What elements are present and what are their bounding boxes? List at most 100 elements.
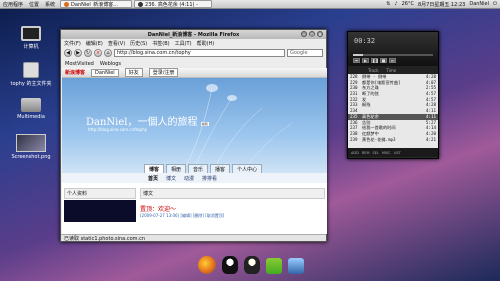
stop-button[interactable]: × (94, 49, 102, 57)
sina-topbar: 新浪博客 DanNiel 好友 登录/注册 (62, 68, 327, 78)
menu-help[interactable]: 帮助(H) (197, 40, 215, 47)
friends-button[interactable]: 好友 (124, 68, 143, 77)
volume-icon[interactable]: ♪ (394, 1, 397, 7)
track-title: 黄色花-花佛.mp3 (362, 136, 396, 142)
forward-button[interactable]: ▶ (74, 49, 82, 57)
blog-columns: 个人资料 博文 置顶：欢迎～ (2009-07-27 13:06) [编辑] [… (62, 183, 327, 227)
home-button[interactable]: ⌂ (104, 49, 112, 57)
playlist-row[interactable]: 239 黄色花-花佛.mp3 4:21 (348, 137, 438, 143)
post-meta[interactable]: (2009-07-27 13:06) [编辑] [删除] [取消置顶] (140, 213, 325, 219)
qq-icon[interactable] (222, 256, 238, 274)
subnav-ranking[interactable]: 排排看 (202, 175, 217, 182)
posts-panel: 博文 置顶：欢迎～ (2009-07-27 13:06) [编辑] [删除] [… (140, 188, 325, 222)
tab-podcast[interactable]: 播客 (210, 164, 231, 173)
panel-tray: ⇅ ♪ 26°C 8月7日星期五 12:23 DanNiel ⏻ (386, 1, 500, 8)
next-icon[interactable]: ⏭ (389, 58, 396, 63)
system-menu[interactable]: 系统 (42, 1, 58, 8)
places-menu[interactable]: 位置 (26, 1, 42, 8)
maximize-button[interactable]: □ (309, 31, 315, 37)
add-button[interactable]: ADD (351, 151, 359, 155)
reload-button[interactable]: ↻ (84, 49, 92, 57)
window-titlebar[interactable]: DanNiel_新浪博客 - Mozilla Firefox – □ × (61, 30, 326, 39)
player-main: 00:32 ⏮ ▶ ❚❚ ■ ⏭ (348, 32, 438, 66)
subnav-home[interactable]: 首页 (148, 175, 158, 182)
close-button[interactable]: × (317, 31, 323, 37)
bookmark-mostvisited[interactable]: MostVisited (65, 61, 94, 67)
tab-music[interactable]: 音乐 (188, 164, 209, 173)
previous-icon[interactable]: ⏮ (353, 58, 360, 63)
clock[interactable]: 8月7日星期五 12:23 (418, 1, 465, 8)
firefox-icon[interactable] (198, 256, 216, 274)
taskbar-item-player[interactable]: 236. 高色花余 (4:11) - (134, 0, 213, 8)
menu-tools[interactable]: 工具(T) (175, 40, 192, 47)
android-icon[interactable] (266, 258, 282, 274)
seek-bar[interactable] (353, 54, 433, 56)
playlist-header: Track Time (348, 66, 438, 74)
stop-icon[interactable]: ■ (380, 58, 387, 63)
computer-icon (21, 26, 41, 41)
playback-time: 00:32 (354, 37, 376, 45)
player-controls: ⏮ ▶ ❚❚ ■ ⏭ (353, 58, 396, 63)
profile-header: 个人资料 (64, 188, 136, 199)
tab-album[interactable]: 相册 (166, 164, 187, 173)
firefox-window: DanNiel_新浪博客 - Mozilla Firefox – □ × 文件(… (60, 29, 327, 242)
login-button[interactable]: 登录/注册 (148, 68, 179, 77)
remove-button[interactable]: REM (362, 151, 370, 155)
back-button[interactable]: ◀ (64, 49, 72, 57)
bookmark-weblogs[interactable]: Weblogs (100, 61, 121, 67)
weather-temperature[interactable]: 26°C (402, 1, 414, 7)
power-icon[interactable]: ⏻ (493, 1, 497, 7)
track-duration: 4:21 (425, 136, 436, 142)
menu-file[interactable]: 文件(F) (64, 40, 81, 47)
list-button[interactable]: LIST (394, 151, 401, 155)
subnav-anime[interactable]: 动漫 (184, 175, 194, 182)
play-icon[interactable]: ▶ (362, 58, 369, 63)
edit-title-link[interactable]: 编辑 (200, 122, 209, 126)
post-title[interactable]: 置顶：欢迎～ (140, 204, 325, 213)
mail-icon[interactable] (288, 258, 304, 274)
blog-banner: DanNiel，一個人的旅程 编辑 http://blog.sina.com.c… (62, 78, 327, 173)
bookmarks-toolbar: MostVisited Weblogs (61, 59, 326, 68)
desktop-icon-home[interactable]: tophy 的主文件夹 (10, 62, 52, 87)
network-icon[interactable]: ⇅ (386, 1, 390, 7)
dock (180, 250, 320, 278)
blog-url: http://blog.sina.com.cn/tophy (88, 127, 147, 132)
track-number: 239 (350, 136, 358, 142)
multimedia-folder-icon (21, 98, 41, 112)
desktop-icon-computer[interactable]: 计算机 (10, 26, 52, 50)
desktop-icon-multimedia[interactable]: Multimedia (10, 98, 52, 120)
playlist: 228 倒带 - 倒带 4:28 229 都是你[电影宣传曲] 4:07 230 东方之珠 2:… (348, 74, 438, 148)
menu-bookmarks[interactable]: 书签(B) (152, 40, 169, 47)
pause-icon[interactable]: ❚❚ (371, 58, 379, 63)
navigation-toolbar: ◀ ▶ ↻ × ⌂ http://blog.sina.com.cn/tophy … (61, 47, 326, 59)
music-icon (138, 1, 144, 7)
search-input[interactable]: Google (287, 49, 323, 57)
taskbar-item-firefox[interactable]: DanNiel_新浪博客... (60, 0, 133, 8)
menu-bar: 文件(F) 编辑(E) 查看(V) 历史(S) 书签(B) 工具(T) 帮助(H… (61, 39, 326, 47)
url-bar[interactable]: http://blog.sina.com.cn/tophy (114, 49, 285, 57)
home-folder-icon (23, 62, 39, 78)
minimize-button[interactable]: – (301, 31, 307, 37)
menu-history[interactable]: 历史(S) (130, 40, 147, 47)
subnav-posts[interactable]: 博文 (166, 175, 176, 182)
misc-button[interactable]: MISC (382, 151, 391, 155)
user-button[interactable]: DanNiel (91, 68, 119, 77)
firefox-icon (64, 1, 70, 7)
select-button[interactable]: SEL (372, 151, 378, 155)
blog-title: DanNiel，一個人的旅程 编辑 (86, 117, 209, 128)
profile-panel: 个人资料 (64, 188, 136, 222)
tab-personal-center[interactable]: 个人中心 (232, 164, 263, 173)
music-player: 00:32 ⏮ ▶ ❚❚ ■ ⏭ Track Time 228 倒带 - 倒带 4:… (347, 31, 439, 159)
desktop-icon-screenshot[interactable]: Screenshot.png (10, 134, 52, 160)
penguin-icon[interactable] (244, 256, 260, 274)
image-file-icon (16, 134, 46, 152)
seek-bar-fill (353, 54, 364, 56)
user-menu[interactable]: DanNiel (469, 1, 489, 7)
page-content: 新浪博客 DanNiel 好友 登录/注册 DanNiel，一個人的旅程 编辑 … (62, 68, 327, 234)
top-panel: 应用程序 位置 系统 DanNiel_新浪博客... 236. 高色花余 (4:… (0, 0, 500, 9)
menu-view[interactable]: 查看(V) (108, 40, 125, 47)
sina-logo[interactable]: 新浪博客 (65, 69, 85, 76)
apps-menu[interactable]: 应用程序 (0, 1, 26, 8)
tab-blog[interactable]: 博客 (144, 164, 165, 173)
menu-edit[interactable]: 编辑(E) (86, 40, 103, 47)
